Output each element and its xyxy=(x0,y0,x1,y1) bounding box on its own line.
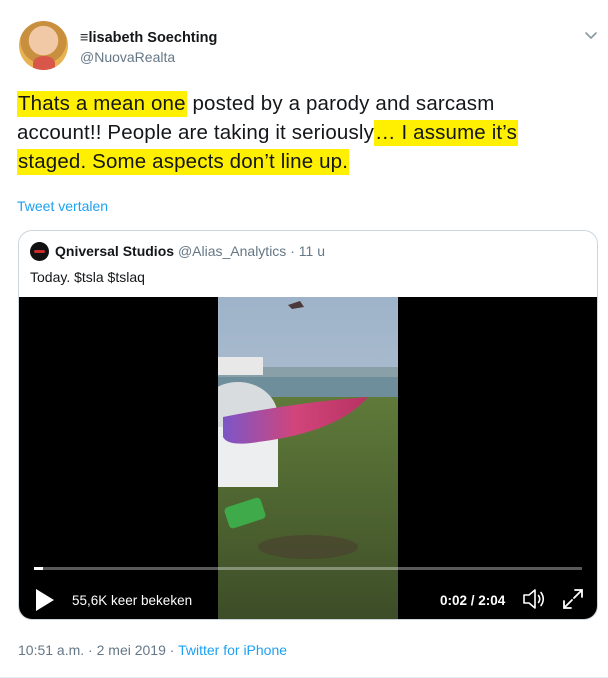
tweet-text-line: account!! People are taking it seriously… xyxy=(17,118,597,147)
tweet-text-segment: posted by a parody and sarcasm xyxy=(186,92,495,115)
meta-separator: · xyxy=(169,642,175,658)
quoted-tweet[interactable]: Qniversal Studios @Alias_Analytics · 11 … xyxy=(18,230,598,620)
quoted-time[interactable]: 11 u xyxy=(299,243,325,259)
quoted-text: Today. $tsla $tslaq xyxy=(30,269,145,285)
author-avatar[interactable] xyxy=(19,21,68,70)
tweet-text: Thats a mean one posted by a parody and … xyxy=(17,89,597,176)
author-name[interactable]: ≡lisabeth Soechting xyxy=(80,30,217,46)
tweet-meta: 10:51 a.m. · 2 mei 2019 · Twitter for iP… xyxy=(18,642,287,658)
author-handle[interactable]: @NuovaRealta xyxy=(80,49,175,65)
volume-icon[interactable] xyxy=(521,586,547,612)
tweet-card: ≡lisabeth Soechting @NuovaRealta Thats a… xyxy=(0,0,608,678)
video-frame xyxy=(218,297,398,619)
highlighted-text: … I assume it’s xyxy=(373,120,518,146)
quoted-header: Qniversal Studios @Alias_Analytics · 11 … xyxy=(55,243,325,259)
fullscreen-icon[interactable] xyxy=(561,587,585,611)
video-progress-bar[interactable] xyxy=(34,567,582,570)
highlighted-text: Thats a mean one xyxy=(17,91,187,117)
tweet-date[interactable]: 2 mei 2019 xyxy=(97,642,166,658)
tweet-time[interactable]: 10:51 a.m. xyxy=(18,642,84,658)
quoted-separator: · xyxy=(290,243,295,259)
quoted-handle[interactable]: @Alias_Analytics xyxy=(178,243,286,259)
video-progress-fill xyxy=(34,567,43,570)
highlighted-text: staged. Some aspects don’t line up. xyxy=(17,149,350,175)
play-icon[interactable] xyxy=(34,587,56,613)
view-count: 55,6K keer bekeken xyxy=(72,593,193,608)
meta-separator: · xyxy=(88,642,93,658)
tweet-text-segment: account!! People are taking it seriously xyxy=(17,121,374,144)
tweet-text-line: staged. Some aspects don’t line up. xyxy=(17,147,597,176)
video-player[interactable]: 55,6K keer bekeken 0:02 / 2:04 xyxy=(19,297,597,619)
chevron-down-icon[interactable] xyxy=(583,27,599,43)
client-link[interactable]: Twitter for iPhone xyxy=(178,642,287,658)
quoted-name[interactable]: Qniversal Studios xyxy=(55,243,174,259)
translate-tweet-link[interactable]: Tweet vertalen xyxy=(17,198,108,214)
video-time: 0:02 / 2:04 xyxy=(440,593,506,608)
quoted-avatar[interactable] xyxy=(30,242,49,261)
tweet-text-line: Thats a mean one posted by a parody and … xyxy=(17,89,597,118)
